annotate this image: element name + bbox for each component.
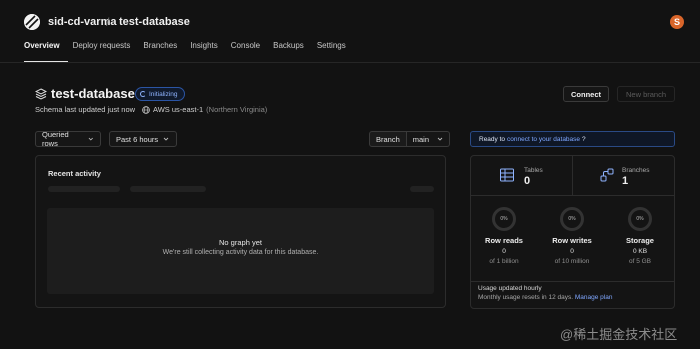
watermark: @稀土掘金技术社区 (560, 327, 678, 342)
avatar[interactable]: S (670, 15, 684, 29)
storage-title: Storage (626, 236, 654, 245)
manage-plan-link[interactable]: Manage plan (575, 294, 613, 301)
tables-label: Tables (524, 167, 543, 174)
loading-placeholder (130, 186, 206, 192)
empty-graph-title: No graph yet (219, 238, 262, 247)
branch-select-value: main (412, 134, 430, 144)
table-icon (500, 168, 514, 182)
metric-select[interactable]: Queried rows (35, 130, 101, 148)
loading-placeholder (410, 186, 434, 192)
loading-placeholder (48, 186, 120, 192)
branches-count: 1 (622, 175, 629, 187)
tab-console[interactable]: Console (231, 41, 260, 50)
globe-icon (142, 105, 150, 114)
connect-banner-suffix: ? (582, 135, 586, 143)
tab-insights[interactable]: Insights (190, 41, 218, 50)
region-name: (Northern Virginia) (206, 105, 268, 114)
recent-activity-title: Recent activity (48, 169, 101, 178)
branch-icon (600, 168, 614, 182)
tab-bar: Overview Deploy requests Branches Insigh… (24, 41, 359, 50)
new-branch-button[interactable]: New branch (617, 86, 675, 102)
branch-select[interactable]: main (406, 131, 451, 147)
connect-banner-link[interactable]: connect to your database (507, 136, 580, 143)
branches-label: Branches (622, 167, 650, 174)
chevron-down-icon (89, 137, 94, 141)
tab-settings[interactable]: Settings (317, 41, 346, 50)
tab-backups[interactable]: Backups (273, 41, 304, 50)
chevron-down-icon (163, 137, 169, 141)
status-badge-label: Initializing (149, 90, 178, 98)
time-range-select[interactable]: Past 6 hours (109, 131, 177, 147)
storage-value: 0 KB (632, 248, 648, 255)
database-stack-icon (35, 88, 47, 100)
metric-select-value: Queried rows (42, 130, 69, 148)
connect-banner: Ready to connect to your database ? (470, 131, 675, 147)
tab-deploy-requests[interactable]: Deploy requests (73, 41, 131, 50)
tables-count: 0 (524, 175, 531, 187)
empty-graph-subtitle: We're still collecting activity data for… (162, 249, 319, 256)
row-writes-usage-ring: 0% (560, 207, 584, 231)
chevron-down-icon (437, 137, 443, 141)
time-range-value: Past 6 hours (116, 134, 159, 144)
region-code: AWS us-east-1 (153, 105, 204, 114)
storage-usage-ring: 0% (628, 207, 652, 231)
divider (470, 281, 675, 282)
schema-updated-note: Schema last updated just now (35, 105, 136, 114)
breadcrumb-database[interactable]: test-database (119, 16, 190, 28)
breadcrumb-separator: / (106, 15, 110, 29)
usage-reset-text: Monthly usage resets in 12 days. (478, 294, 574, 301)
storage-limit: of 5 GB (628, 258, 652, 265)
tab-overview[interactable]: Overview (24, 41, 60, 50)
connect-banner-prefix: Ready to (479, 135, 506, 143)
status-badge: Initializing (135, 87, 185, 101)
divider (470, 195, 675, 196)
tab-divider (0, 62, 700, 63)
branch-selector: Branch main (369, 131, 451, 147)
usage-reset-note: Monthly usage resets in 12 days. Manage … (478, 294, 612, 301)
branch-label: Branch (369, 131, 407, 147)
divider (572, 155, 573, 195)
region-info: AWS us-east-1 (Northern Virginia) (142, 105, 267, 114)
planetscale-logo[interactable] (24, 14, 40, 30)
usage-update-note: Usage updated hourly (478, 285, 542, 292)
page-title: test-database (51, 86, 135, 101)
row-reads-usage-ring: 0% (492, 207, 516, 231)
spinner-icon (140, 91, 146, 97)
tab-branches[interactable]: Branches (143, 41, 177, 50)
connect-button[interactable]: Connect (563, 86, 609, 102)
